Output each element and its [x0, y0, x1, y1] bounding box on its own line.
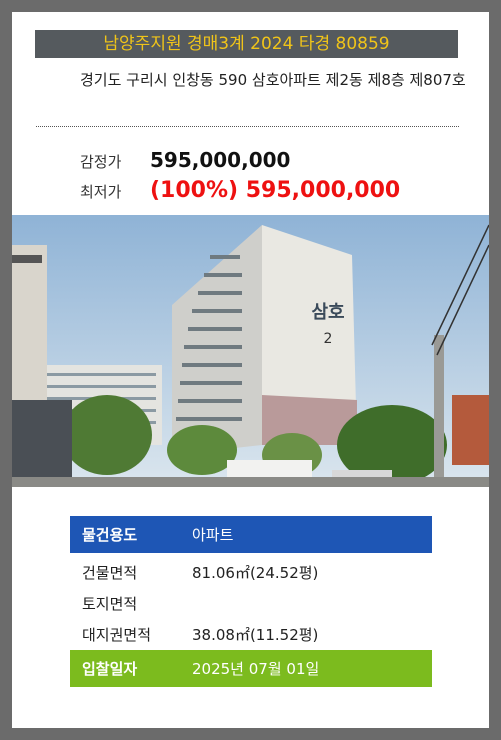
minimum-label: 최저가 — [80, 183, 122, 201]
detail-value: 81.06㎡(24.52평) — [192, 564, 319, 582]
building-number: 2 — [324, 331, 333, 347]
building-sign: 삼호 — [311, 302, 344, 323]
property-details-table: 물건용도 아파트 건물면적 81.06㎡(24.52평) 토지면적 대지권면적 … — [70, 516, 432, 687]
detail-value: 아파트 — [192, 526, 234, 544]
detail-value: 38.08㎡(11.52평) — [192, 626, 319, 644]
case-title: 남양주지원 경매3계 2024 타경 80859 — [35, 30, 458, 58]
detail-row-bid-date: 입찰일자 2025년 07월 01일 — [70, 650, 432, 687]
property-address: 경기도 구리시 인창동 590 삼호아파트 제2동 제8층 제807호 — [80, 71, 466, 89]
detail-row-type: 물건용도 아파트 — [70, 516, 432, 553]
detail-label: 건물면적 — [82, 564, 138, 582]
apartment-photo-illustration: 삼호 2 — [12, 215, 489, 487]
auction-card: 남양주지원 경매3계 2024 타경 80859 경기도 구리시 인창동 590… — [12, 12, 489, 728]
appraisal-label: 감정가 — [80, 153, 122, 171]
divider — [36, 126, 459, 127]
detail-label: 대지권면적 — [82, 626, 152, 644]
detail-value: 2025년 07월 01일 — [192, 660, 320, 678]
appraisal-price-row: 감정가 595,000,000 — [80, 148, 290, 172]
minimum-price-row: 최저가 (100%) 595,000,000 — [80, 178, 400, 203]
detail-label: 물건용도 — [82, 526, 138, 544]
detail-label: 입찰일자 — [82, 660, 138, 678]
detail-row-building-area: 건물면적 81.06㎡(24.52평) — [70, 557, 432, 588]
detail-row-land-right-area: 대지권면적 38.08㎡(11.52평) — [70, 619, 432, 650]
property-photo: 삼호 2 — [12, 215, 489, 487]
detail-row-land-area: 토지면적 — [70, 588, 432, 619]
appraisal-value: 595,000,000 — [150, 148, 291, 172]
detail-label: 토지면적 — [82, 595, 138, 613]
minimum-value: (100%) 595,000,000 — [150, 178, 401, 203]
